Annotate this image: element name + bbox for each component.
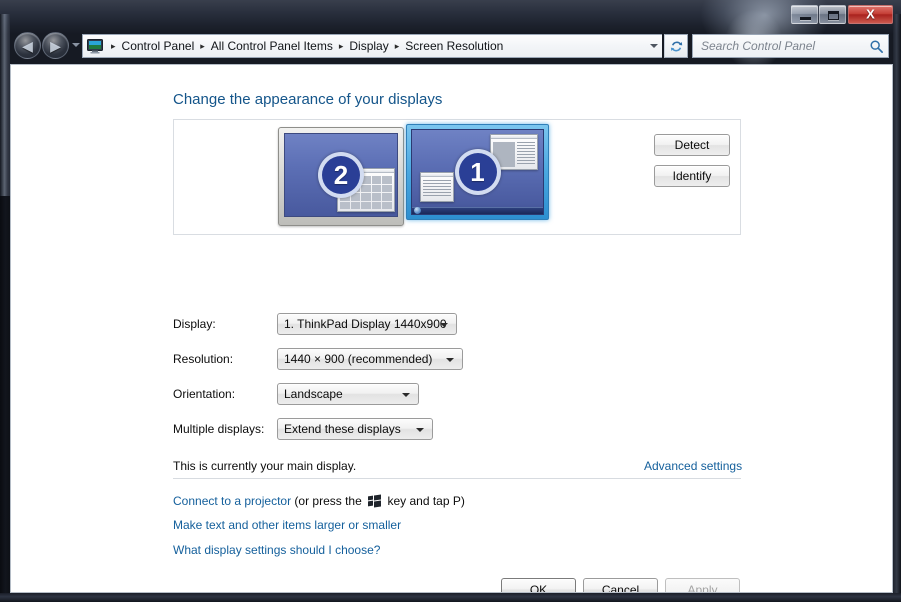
apply-button: Apply: [665, 578, 740, 592]
advanced-settings-link[interactable]: Advanced settings: [644, 459, 742, 473]
detect-button[interactable]: Detect: [654, 134, 730, 156]
multiple-displays-select[interactable]: Extend these displays: [277, 418, 433, 440]
breadcrumb-separator-3: ▸: [394, 40, 400, 51]
chevron-down-icon: [402, 393, 410, 397]
maximize-icon: [828, 10, 839, 20]
monitor-1-taskbar: [412, 207, 543, 214]
ok-button[interactable]: OK: [501, 578, 576, 592]
what-display-settings-link[interactable]: What display settings should I choose?: [173, 543, 380, 557]
multiple-displays-select-value: Extend these displays: [284, 422, 401, 436]
window-mock-lines: [517, 142, 535, 167]
monitor-1-number: 1: [470, 157, 485, 187]
make-text-larger-link[interactable]: Make text and other items larger or smal…: [173, 518, 401, 532]
navigation-bar: ◀ ▶ ▸ Control Panel ▸ All Control Panel …: [10, 31, 893, 63]
recent-pages-chevron-down-icon[interactable]: [72, 43, 80, 47]
window-border-bottom: [0, 593, 901, 602]
monitor-thumbnail-2[interactable]: 2: [278, 127, 404, 226]
what-settings-row: What display settings should I choose?: [173, 543, 380, 557]
breadcrumb-item-control-panel[interactable]: Control Panel: [122, 39, 195, 53]
orientation-select[interactable]: Landscape: [277, 383, 419, 405]
resolution-select-value: 1440 × 900 (recommended): [284, 352, 433, 366]
breadcrumb-chevron-down-icon[interactable]: [650, 44, 658, 48]
panel-mock-lines: [423, 180, 451, 199]
projector-row: Connect to a projector (or press the key…: [173, 494, 465, 508]
window-border-left-lower: [0, 196, 10, 594]
maximize-button[interactable]: [819, 4, 846, 24]
minimize-button[interactable]: [791, 4, 818, 24]
window-frame: X ◀ ▶ ▸ Control Panel ▸ All Control Pane…: [0, 0, 901, 602]
breadcrumb-tail: [650, 44, 662, 48]
window-mock-titlebar: [491, 135, 537, 139]
display-arrangement-panel[interactable]: 2 1 Detect Identify: [173, 119, 741, 235]
refresh-icon: [670, 41, 682, 51]
forward-arrow-icon: ▶: [50, 37, 61, 54]
breadcrumb-separator-0: ▸: [111, 40, 116, 51]
monitor-thumbnail-1[interactable]: 1: [406, 124, 549, 220]
chevron-down-icon: [446, 358, 454, 362]
breadcrumb[interactable]: ▸ Control Panel ▸ All Control Panel Item…: [82, 34, 662, 58]
chevron-down-icon: [440, 323, 448, 327]
start-orb-icon: [414, 207, 421, 214]
panel-mock-titlebar: [421, 173, 453, 177]
multiple-displays-label: Multiple displays:: [173, 422, 265, 436]
search-placeholder: Search Control Panel: [701, 39, 816, 53]
monitor-1-screen: 1: [411, 129, 544, 215]
back-button[interactable]: ◀: [14, 32, 41, 59]
content-area: Change the appearance of your displays 2…: [10, 64, 893, 593]
breadcrumb-separator-1: ▸: [200, 40, 205, 51]
close-icon: X: [866, 6, 875, 22]
back-arrow-icon: ◀: [22, 37, 33, 54]
text-size-row: Make text and other items larger or smal…: [173, 518, 401, 532]
display-select[interactable]: 1. ThinkPad Display 1440x900: [277, 313, 457, 335]
projector-text-before: (or press the: [294, 494, 362, 508]
breadcrumb-item-screen-resolution[interactable]: Screen Resolution: [405, 39, 503, 53]
chevron-down-icon: [416, 428, 424, 432]
search-icon: [870, 40, 883, 53]
breadcrumb-separator-2: ▸: [338, 40, 344, 51]
main-display-status: This is currently your main display.: [173, 459, 357, 473]
monitor-1-number-badge: 1: [454, 149, 501, 195]
monitor-2-number-badge: 2: [318, 152, 364, 198]
section-divider: [173, 478, 741, 479]
page-title: Change the appearance of your displays: [173, 91, 443, 108]
display-label: Display:: [173, 317, 216, 331]
identify-button[interactable]: Identify: [654, 165, 730, 187]
breadcrumb-item-all-control-panel-items[interactable]: All Control Panel Items: [211, 39, 333, 53]
search-input[interactable]: Search Control Panel: [692, 34, 889, 58]
display-icon: [87, 38, 103, 54]
orientation-select-value: Landscape: [284, 387, 343, 401]
connect-to-projector-link[interactable]: Connect to a projector: [173, 494, 291, 508]
minimize-icon: [800, 16, 811, 20]
monitor-2-screen: 2: [284, 133, 398, 217]
monitor-1-panel-mock: [420, 172, 454, 202]
display-select-value: 1. ThinkPad Display 1440x900: [284, 317, 447, 331]
titlebar-controls: X: [790, 4, 893, 24]
forward-button[interactable]: ▶: [42, 32, 69, 59]
monitor-2-number: 2: [333, 160, 349, 190]
cancel-button[interactable]: Cancel: [583, 578, 658, 592]
breadcrumb-item-display[interactable]: Display: [349, 39, 388, 53]
windows-key-icon: [368, 494, 382, 508]
refresh-button[interactable]: [664, 34, 688, 58]
resolution-select[interactable]: 1440 × 900 (recommended): [277, 348, 463, 370]
window-border-right: [893, 14, 901, 594]
projector-text-after: key and tap P): [387, 494, 465, 508]
resolution-label: Resolution:: [173, 352, 234, 366]
close-button[interactable]: X: [848, 4, 893, 24]
orientation-label: Orientation:: [173, 387, 236, 401]
